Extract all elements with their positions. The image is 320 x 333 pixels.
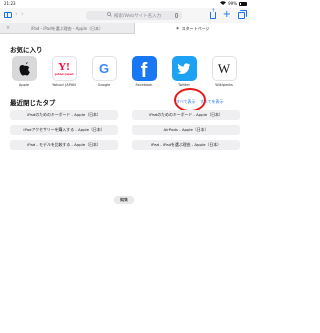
favorite-twitter[interactable]: Twitter: [170, 56, 198, 87]
toolbar-right: +: [209, 8, 248, 20]
favorite-label: Yahoo! JAPAN: [52, 83, 76, 87]
favorite-apple[interactable]: Apple: [10, 56, 38, 87]
tab-bar: × iPad - iPadを選ぶ理由 - Apple（日本） ✶ スタートページ: [0, 23, 250, 34]
favorites-title: お気に入り: [10, 46, 43, 54]
recent-tab-item[interactable]: iPad - iPadを選ぶ理由 - Apple（日本）: [132, 140, 240, 150]
browser-toolbar: ‹ › 検索/Webサイト名入力 +: [0, 8, 250, 23]
recent-tab-item[interactable]: iPadのためのキーボード - Apple（日本）: [132, 110, 240, 120]
new-tab-icon[interactable]: +: [223, 10, 231, 20]
tab-label: iPad - iPadを選ぶ理由 - Apple（日本）: [30, 25, 104, 31]
recent-tabs-title: 最近閉じたタブ: [10, 99, 56, 107]
highlight-circle: [174, 88, 206, 112]
yahoo-japan-logo-icon: Y! yahoo! japan: [51, 56, 77, 81]
forward-button[interactable]: ›: [21, 11, 24, 18]
recent-tab-item[interactable]: iPadのためのキーボード - Apple（日本）: [10, 110, 118, 120]
favorite-label: Google: [97, 83, 111, 87]
back-button[interactable]: ‹: [15, 11, 18, 18]
apple-logo-icon: [11, 56, 37, 81]
toolbar-left: ‹ ›: [4, 11, 24, 18]
favorite-facebook[interactable]: f Facebook: [130, 56, 158, 87]
tab-start-page[interactable]: ✶ スタートページ: [134, 23, 250, 34]
edit-button[interactable]: 編集: [114, 196, 134, 204]
favorite-wikipedia[interactable]: W Wikipedia: [210, 56, 238, 87]
tab-ipad-reasons[interactable]: × iPad - iPadを選ぶ理由 - Apple（日本）: [0, 23, 134, 34]
sidebar-toggle-icon[interactable]: [4, 11, 12, 18]
recent-tab-item[interactable]: AirPods - Apple（日本）: [132, 125, 240, 135]
favorites-grid: Apple Y! yahoo! japan Yahoo! JAPAN G Goo…: [10, 56, 242, 92]
favorite-label: Apple: [18, 83, 30, 87]
status-time: 21:23: [4, 1, 16, 6]
favorite-label: Twitter: [177, 83, 191, 87]
twitter-logo-icon: [171, 56, 197, 81]
wikipedia-logo-icon: W: [211, 56, 237, 81]
address-bar-placeholder: 検索/Webサイト名入力: [113, 13, 162, 19]
tab-label: スタートページ: [181, 25, 210, 31]
favorite-yahoo[interactable]: Y! yahoo! japan Yahoo! JAPAN: [50, 56, 78, 87]
microphone-icon[interactable]: [175, 12, 178, 18]
favorite-label: Wikipedia: [215, 83, 233, 87]
battery-icon: [239, 1, 247, 6]
recent-tab-item[interactable]: iPadアクセサリーを購入する - Apple（日本）: [10, 125, 118, 135]
battery-percent: 99%: [228, 1, 237, 6]
address-bar[interactable]: 検索/Webサイト名入力: [86, 11, 182, 20]
search-icon: [106, 12, 112, 19]
recent-tab-item[interactable]: iPad - モデルを比較する - Apple（日本）: [10, 140, 118, 150]
close-tab-icon[interactable]: ×: [6, 25, 10, 31]
facebook-logo-icon: f: [131, 56, 157, 81]
share-icon[interactable]: [209, 8, 216, 19]
favorite-google[interactable]: G Google: [90, 56, 118, 87]
favorite-label: Facebook: [135, 83, 153, 87]
google-logo-icon: G: [91, 56, 117, 81]
star-icon: ✶: [175, 25, 180, 32]
tab-overview-icon[interactable]: [238, 10, 248, 19]
status-indicators: 99%: [220, 1, 247, 6]
wifi-icon: [220, 1, 227, 6]
